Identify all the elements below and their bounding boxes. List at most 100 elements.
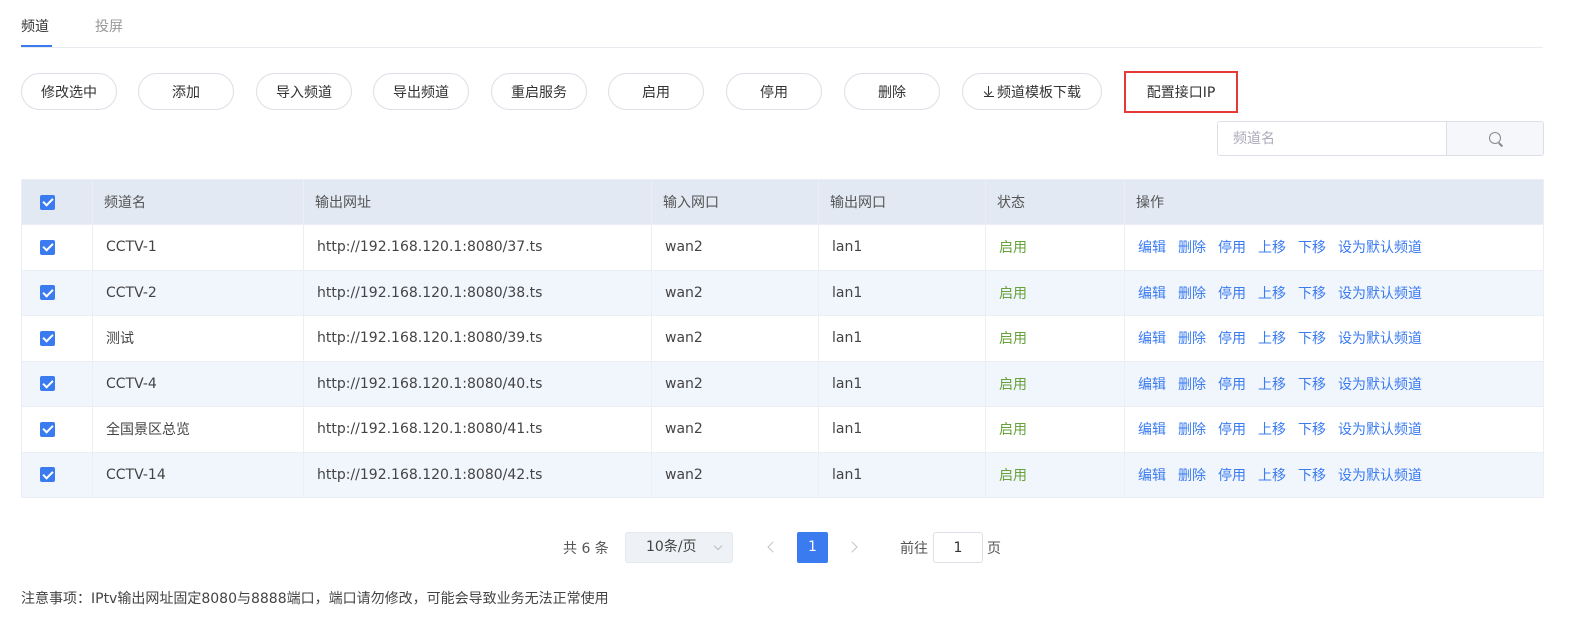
notice-text: 注意事项：IPtv输出网址固定8080与8888端口，端口请勿修改，可能会导致业…: [21, 591, 609, 607]
header-output-port: 输出网口: [818, 179, 986, 225]
row-checkbox-cell: [21, 360, 93, 407]
move-up-link[interactable]: 上移: [1258, 331, 1286, 347]
goto-page-input[interactable]: [933, 532, 983, 563]
output-port-cell: lan1: [818, 360, 986, 407]
row-checkbox-cell: [21, 451, 93, 498]
delete-link[interactable]: 删除: [1178, 331, 1206, 347]
total-count: 共 6 条: [563, 541, 609, 557]
row-checkbox-cell: [21, 269, 93, 316]
channel-name-cell: CCTV-1: [92, 224, 304, 271]
set-default-link[interactable]: 设为默认频道: [1338, 468, 1422, 484]
move-down-link[interactable]: 下移: [1298, 286, 1326, 302]
disable-link[interactable]: 停用: [1218, 286, 1246, 302]
output-url-cell: http://192.168.120.1:8080/41.ts: [303, 406, 652, 453]
move-down-link[interactable]: 下移: [1298, 240, 1326, 256]
edit-link[interactable]: 编辑: [1138, 377, 1166, 393]
set-default-link[interactable]: 设为默认频道: [1338, 331, 1422, 347]
output-port-cell: lan1: [818, 269, 986, 316]
move-up-link[interactable]: 上移: [1258, 240, 1286, 256]
edit-link[interactable]: 编辑: [1138, 422, 1166, 438]
prev-page-button[interactable]: [756, 532, 786, 563]
tab-cast[interactable]: 投屏: [95, 17, 123, 37]
active-tab-indicator: [21, 45, 52, 47]
channel-name-cell: CCTV-2: [92, 269, 304, 316]
header-output-url: 输出网址: [303, 179, 652, 225]
export-channels-button[interactable]: 导出频道: [373, 73, 469, 110]
move-up-link[interactable]: 上移: [1258, 468, 1286, 484]
row-checkbox[interactable]: [40, 330, 55, 346]
output-port-cell: lan1: [818, 315, 986, 362]
set-default-link[interactable]: 设为默认频道: [1338, 240, 1422, 256]
row-checkbox[interactable]: [40, 285, 55, 301]
header-status: 状态: [985, 179, 1125, 225]
restart-service-label: 重启服务: [511, 84, 567, 101]
delete-button[interactable]: 删除: [844, 73, 940, 110]
row-checkbox[interactable]: [40, 376, 55, 392]
select-all-checkbox[interactable]: [40, 194, 55, 210]
move-down-link[interactable]: 下移: [1298, 377, 1326, 393]
edit-selected-button[interactable]: 修改选中: [21, 73, 117, 110]
chevron-down-icon: [713, 541, 723, 551]
delete-link[interactable]: 删除: [1178, 468, 1206, 484]
delete-link[interactable]: 删除: [1178, 286, 1206, 302]
set-default-link[interactable]: 设为默认频道: [1338, 377, 1422, 393]
input-port-cell: wan2: [651, 451, 819, 498]
disable-link[interactable]: 停用: [1218, 240, 1246, 256]
disable-link[interactable]: 停用: [1218, 422, 1246, 438]
output-url-cell: http://192.168.120.1:8080/37.ts: [303, 224, 652, 271]
channel-name-search-input[interactable]: [1218, 122, 1446, 155]
output-port-cell: lan1: [818, 224, 986, 271]
next-page-button[interactable]: [839, 532, 869, 563]
move-down-link[interactable]: 下移: [1298, 422, 1326, 438]
edit-link[interactable]: 编辑: [1138, 286, 1166, 302]
goto-label: 前往: [900, 541, 928, 557]
export-channels-label: 导出频道: [393, 84, 449, 101]
download-template-button[interactable]: 频道模板下载: [962, 73, 1102, 110]
tab-bar: 频道 投屏: [21, 0, 1543, 48]
header-input-port: 输入网口: [651, 179, 819, 225]
disable-link[interactable]: 停用: [1218, 468, 1246, 484]
row-checkbox[interactable]: [40, 467, 55, 483]
row-checkbox[interactable]: [40, 239, 55, 255]
delete-link[interactable]: 删除: [1178, 422, 1206, 438]
tab-channel[interactable]: 频道: [21, 17, 49, 37]
status-cell: 启用: [985, 269, 1125, 316]
disable-link[interactable]: 停用: [1218, 377, 1246, 393]
search-button[interactable]: [1445, 122, 1543, 155]
status-cell: 启用: [985, 360, 1125, 407]
move-up-link[interactable]: 上移: [1258, 377, 1286, 393]
page-number-current[interactable]: 1: [797, 532, 828, 563]
move-up-link[interactable]: 上移: [1258, 422, 1286, 438]
status-cell: 启用: [985, 224, 1125, 271]
row-checkbox-cell: [21, 224, 93, 271]
page-size-value: 10条/页: [646, 539, 697, 555]
restart-service-button[interactable]: 重启服务: [491, 73, 587, 110]
set-default-link[interactable]: 设为默认频道: [1338, 286, 1422, 302]
row-checkbox[interactable]: [40, 421, 55, 437]
download-template-label: 频道模板下载: [997, 84, 1081, 101]
delete-link[interactable]: 删除: [1178, 240, 1206, 256]
disable-link[interactable]: 停用: [1218, 331, 1246, 347]
set-default-link[interactable]: 设为默认频道: [1338, 422, 1422, 438]
actions-cell: 编辑 删除 停用 上移 下移 设为默认频道: [1124, 315, 1544, 362]
edit-link[interactable]: 编辑: [1138, 331, 1166, 347]
download-icon: [983, 85, 995, 98]
actions-cell: 编辑 删除 停用 上移 下移 设为默认频道: [1124, 451, 1544, 498]
import-channels-button[interactable]: 导入频道: [256, 73, 352, 110]
move-down-link[interactable]: 下移: [1298, 331, 1326, 347]
table-header-row: 频道名 输出网址 输入网口 输出网口 状态 操作: [21, 179, 1544, 225]
enable-button[interactable]: 启用: [608, 73, 704, 110]
move-up-link[interactable]: 上移: [1258, 286, 1286, 302]
table-row: CCTV-1 http://192.168.120.1:8080/37.ts w…: [21, 224, 1544, 271]
add-button[interactable]: 添加: [138, 73, 234, 110]
table-row: CCTV-14 http://192.168.120.1:8080/42.ts …: [21, 451, 1544, 498]
input-port-cell: wan2: [651, 224, 819, 271]
page-size-select[interactable]: 10条/页: [625, 532, 733, 563]
move-down-link[interactable]: 下移: [1298, 468, 1326, 484]
edit-link[interactable]: 编辑: [1138, 240, 1166, 256]
edit-link[interactable]: 编辑: [1138, 468, 1166, 484]
delete-link[interactable]: 删除: [1178, 377, 1206, 393]
disable-button[interactable]: 停用: [726, 73, 822, 110]
channel-name-cell: 全国景区总览: [92, 406, 304, 453]
status-cell: 启用: [985, 451, 1125, 498]
